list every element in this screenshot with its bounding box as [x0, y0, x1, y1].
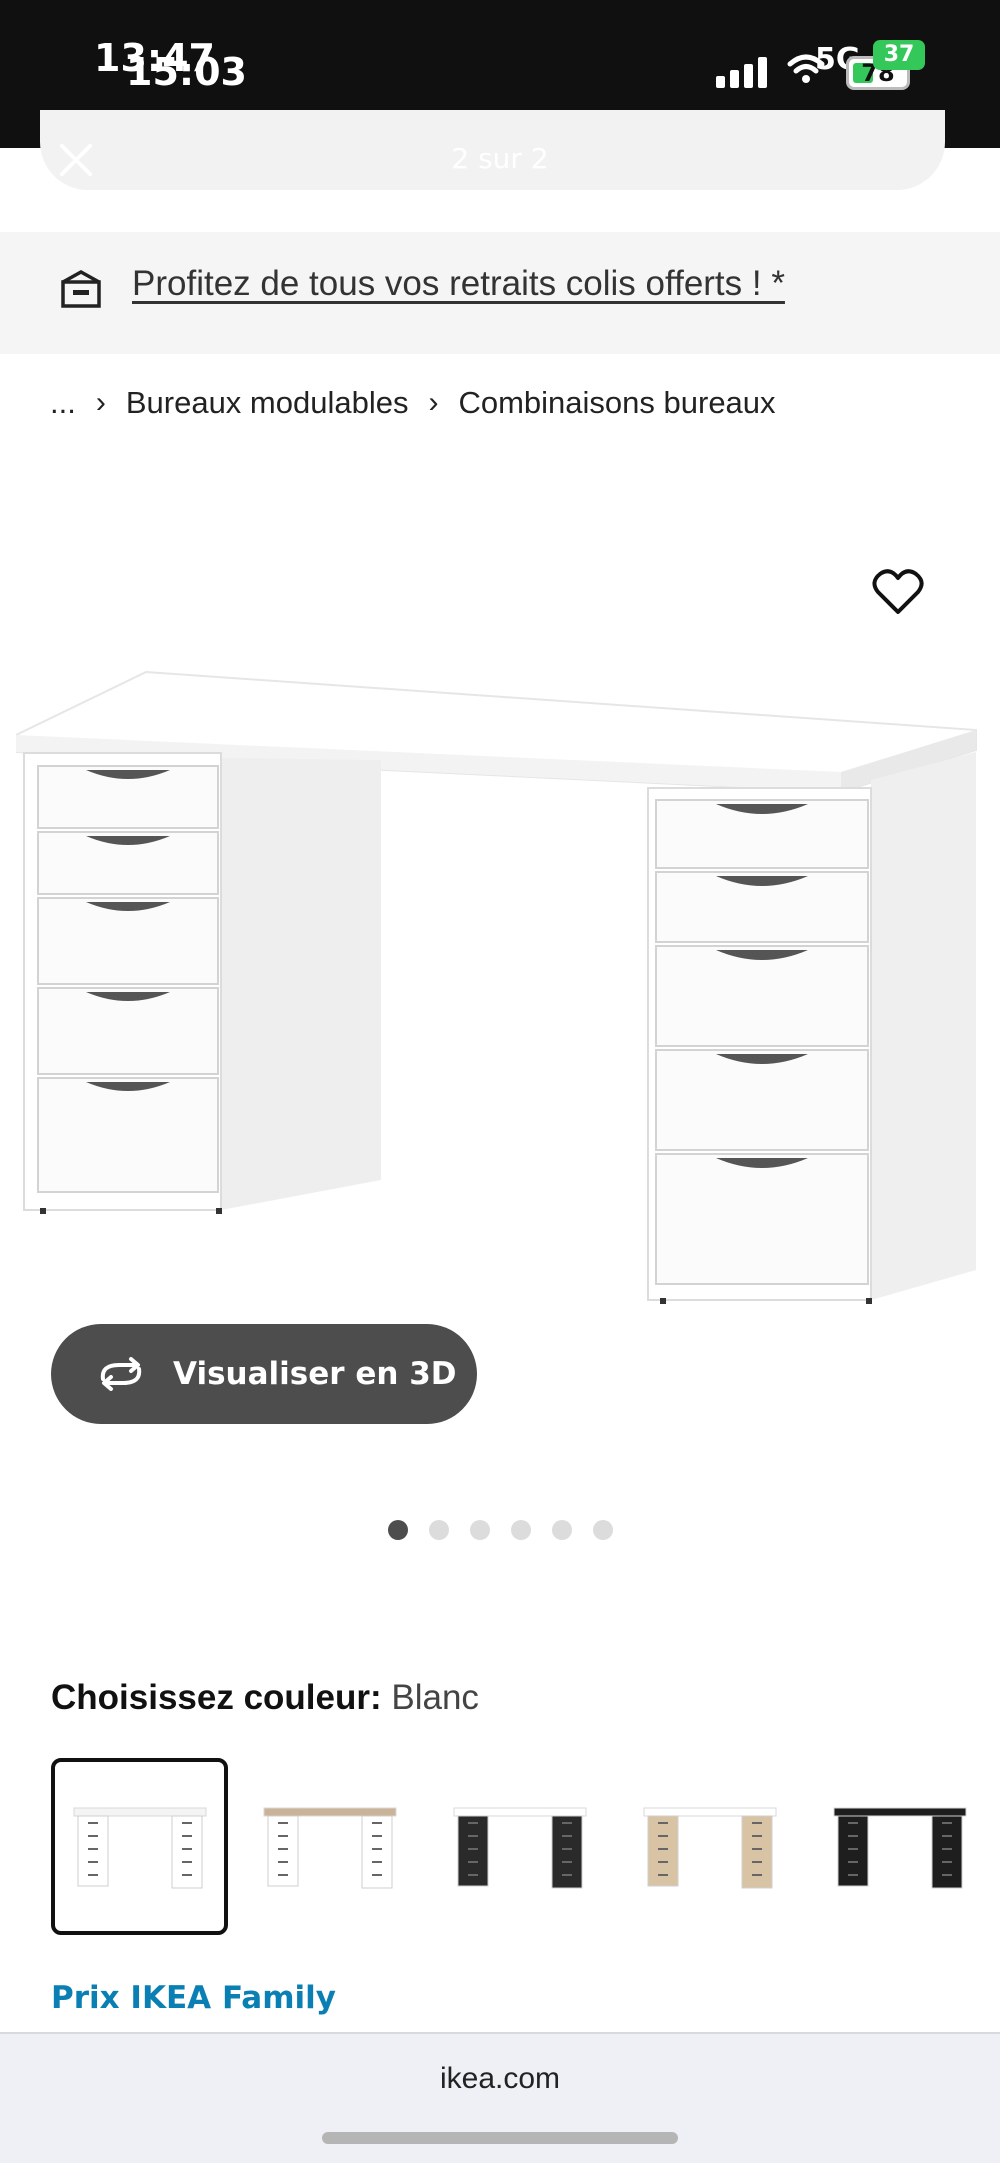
- gallery-dot[interactable]: [429, 1520, 449, 1540]
- product-image[interactable]: [16, 660, 1000, 1320]
- color-label-title: Choisissez couleur:: [51, 1678, 382, 1717]
- color-swatch[interactable]: [51, 1758, 228, 1935]
- desk-thumbnail: [73, 1807, 206, 1888]
- viewer-page-counter: 2 sur 2: [451, 142, 549, 175]
- view-3d-button[interactable]: Visualiser en 3D: [51, 1324, 477, 1424]
- home-indicator[interactable]: [322, 2132, 678, 2144]
- desk-thumbnail: [833, 1807, 966, 1888]
- color-chooser-label: Choisissez couleur: Blanc: [51, 1678, 479, 1718]
- status-time-overlay: 15:03: [126, 50, 247, 94]
- gallery-dot[interactable]: [470, 1520, 490, 1540]
- gallery-pagination: [388, 1520, 613, 1540]
- battery-overlay-icon: 37: [873, 40, 925, 70]
- color-swatch-list: [51, 1758, 988, 1935]
- chevron-right-icon: ›: [95, 386, 106, 419]
- gallery-dot[interactable]: [511, 1520, 531, 1540]
- color-swatch[interactable]: [241, 1758, 418, 1935]
- signal-icon: [716, 54, 780, 88]
- color-swatch[interactable]: [621, 1758, 798, 1935]
- color-swatch[interactable]: [811, 1758, 988, 1935]
- gallery-dot[interactable]: [552, 1520, 572, 1540]
- promo-link[interactable]: Profitez de tous vos retraits colis offe…: [132, 264, 785, 304]
- color-selected-value: Blanc: [391, 1678, 479, 1717]
- rotate-3d-icon: [100, 1357, 142, 1391]
- breadcrumb-ellipsis[interactable]: ...: [50, 385, 76, 421]
- chevron-right-icon: ›: [428, 386, 439, 419]
- breadcrumb: ... › Bureaux modulables › Combinaisons …: [50, 385, 776, 421]
- desk-thumbnail: [453, 1807, 586, 1888]
- gallery-dot[interactable]: [593, 1520, 613, 1540]
- view-3d-label: Visualiser en 3D: [173, 1356, 457, 1392]
- address-bar[interactable]: ikea.com: [0, 2062, 1000, 2096]
- parcel-pickup-icon: [61, 269, 101, 308]
- ikea-family-price-label[interactable]: Prix IKEA Family: [51, 1980, 336, 2016]
- close-icon[interactable]: [56, 140, 96, 180]
- desk-thumbnail: [263, 1807, 396, 1888]
- gallery-dot[interactable]: [388, 1520, 408, 1540]
- breadcrumb-item-bureaux-modulables[interactable]: Bureaux modulables: [126, 385, 409, 421]
- desk-thumbnail: [643, 1807, 776, 1888]
- breadcrumb-item-combinaisons-bureaux[interactable]: Combinaisons bureaux: [458, 385, 775, 421]
- heart-icon[interactable]: [872, 568, 924, 616]
- color-swatch[interactable]: [431, 1758, 608, 1935]
